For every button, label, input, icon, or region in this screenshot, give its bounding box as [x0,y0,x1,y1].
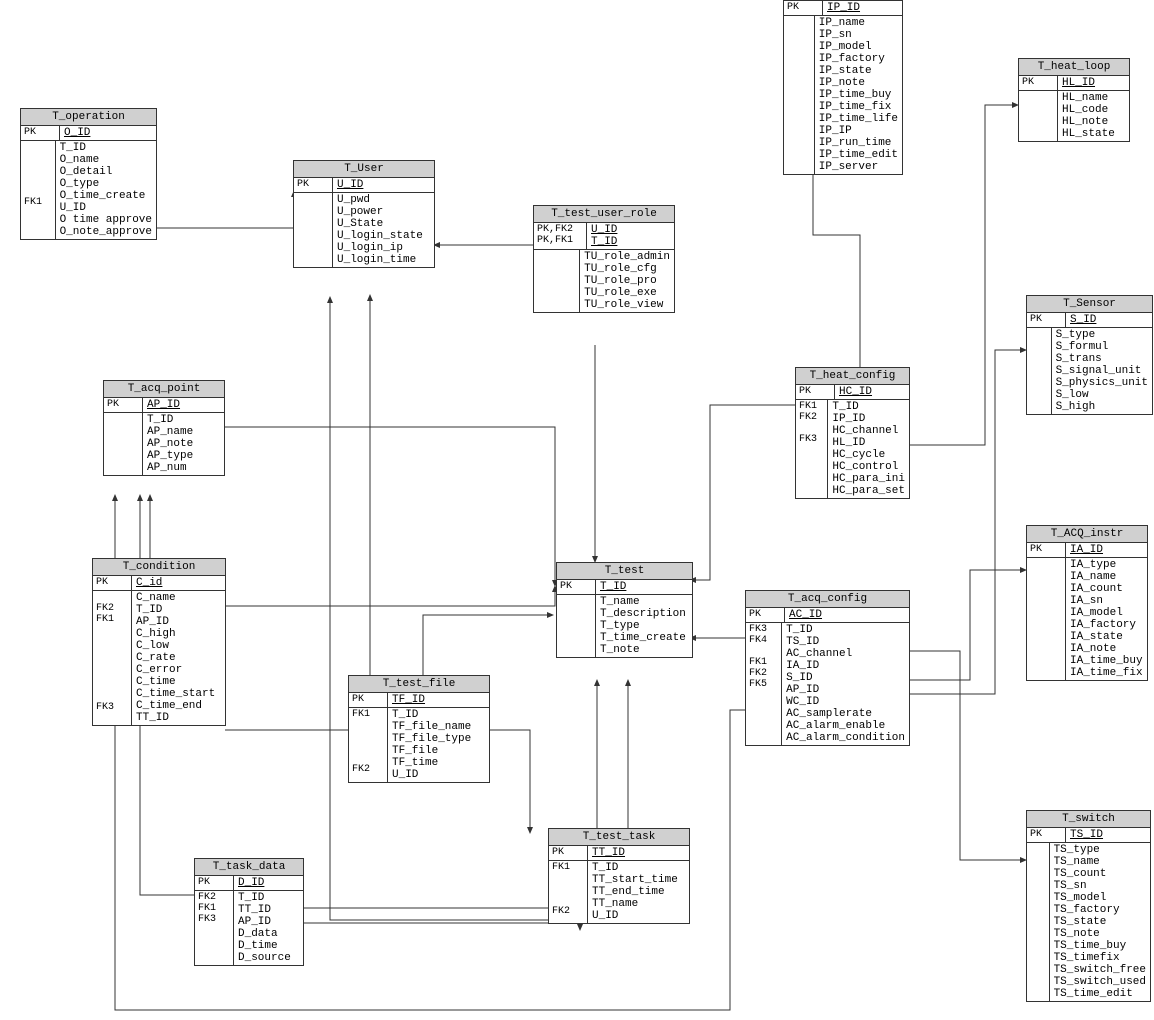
entity-title: T_test_user_role [534,206,674,223]
entity-t-test-task: T_test_task PKTT_ID FK1 FK2T_ID TT_start… [548,828,690,924]
entity-t-acq-instr: T_ACQ_instr PKIA_ID IA_type IA_name IA_c… [1026,525,1148,681]
entity-t-heat-config: T_heat_config PKHC_ID FK1 FK2 FK3T_ID IP… [795,367,910,499]
entity-title: T_test_task [549,829,689,846]
entity-t-heat-loop: T_heat_loop PKHL_ID HL_name HL_code HL_n… [1018,58,1130,142]
entity-title: T_heat_loop [1019,59,1129,76]
entity-title: T_acq_config [746,591,909,608]
entity-t-test: T_test PKT_ID T_name T_description T_typ… [556,562,693,658]
entity-title: T_condition [93,559,225,576]
entity-title: T_switch [1027,811,1150,828]
entity-t-operation: T_operation PKO_ID FK1T_ID O_name O_deta… [20,108,157,240]
entity-t-switch: T_switch PKTS_ID TS_type TS_name TS_coun… [1026,810,1151,1002]
entity-title: T_User [294,161,434,178]
entity-t-acq-config: T_acq_config PKAC_ID FK3 FK4 FK1 FK2 FK5… [745,590,910,746]
entity-t-test-file: T_test_file PKTF_ID FK1 FK2T_ID TF_file_… [348,675,490,783]
entity-title: T_test [557,563,692,580]
entity-t-user: T_User PKU_ID U_pwd U_power U_State U_lo… [293,160,435,268]
entity-title: T_Sensor [1027,296,1152,313]
entity-title: T_ACQ_instr [1027,526,1147,543]
entity-t-sensor: T_Sensor PKS_ID S_type S_formul S_trans … [1026,295,1153,415]
entity-title: T_heat_config [796,368,909,385]
entity-title: T_operation [21,109,156,126]
entity-t-acq-point: T_acq_point PKAP_ID T_ID AP_name AP_note… [103,380,225,476]
entity-ip: PKIP_ID IP_name IP_sn IP_model IP_factor… [783,0,903,175]
entity-title: T_acq_point [104,381,224,398]
entity-title: T_task_data [195,859,303,876]
entity-t-test-user-role: T_test_user_role PK,FK2 PK,FK1U_ID T_ID … [533,205,675,313]
entity-title: T_test_file [349,676,489,693]
entity-t-condition: T_condition PKC_id FK2 FK1 FK3C_name T_I… [92,558,226,726]
entity-t-task-data: T_task_data PKD_ID FK2 FK1 FK3T_ID TT_ID… [194,858,304,966]
